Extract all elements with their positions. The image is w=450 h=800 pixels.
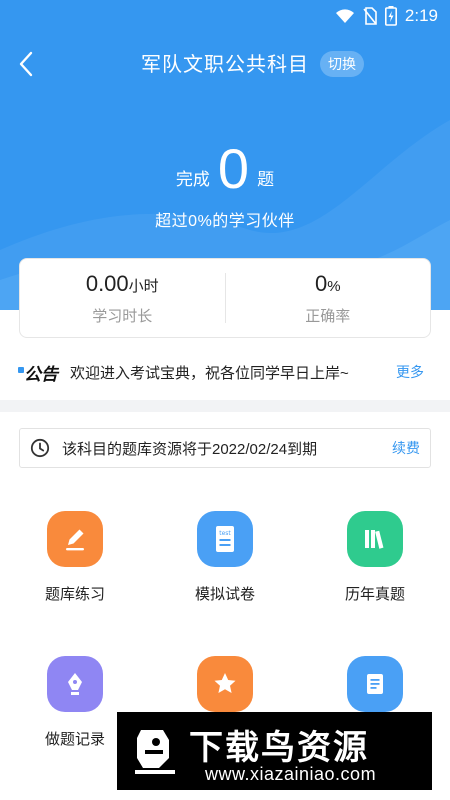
accuracy-stat: 0% 正确率 bbox=[226, 271, 431, 326]
completed-prefix: 完成 bbox=[175, 170, 210, 189]
completed-count-row: 完成 0 题 bbox=[0, 138, 450, 198]
no-sim-icon bbox=[363, 7, 377, 25]
status-bar: 2:19 bbox=[0, 0, 450, 32]
watermark-overlay: 下载鸟资源 www.xiazainiao.com bbox=[117, 712, 432, 790]
notice-tag-accent bbox=[18, 366, 24, 373]
completed-count: 0 bbox=[217, 137, 250, 200]
clock-icon bbox=[30, 438, 50, 458]
svg-text:test: test bbox=[219, 530, 231, 537]
star-icon bbox=[197, 656, 253, 712]
menu-mock-exam[interactable]: test 模拟试卷 bbox=[150, 511, 300, 604]
watermark-title: 下载鸟资源 bbox=[189, 729, 369, 767]
section-divider bbox=[0, 400, 450, 412]
accuracy-label: 正确率 bbox=[305, 307, 351, 325]
wifi-icon bbox=[335, 9, 354, 23]
study-time-stat: 0.00小时 学习时长 bbox=[20, 271, 225, 326]
renew-link[interactable]: 续费 bbox=[392, 438, 420, 458]
bird-logo-icon bbox=[135, 730, 175, 774]
battery-charging-icon bbox=[384, 6, 397, 26]
notice-tag: 公告 bbox=[18, 360, 58, 385]
menu-question-practice[interactable]: 题库练习 bbox=[0, 511, 150, 604]
study-time-label: 学习时长 bbox=[92, 307, 153, 325]
watermark-url: www.xiazainiao.com bbox=[205, 764, 377, 784]
menu-label: 模拟试卷 bbox=[194, 586, 255, 603]
test-paper-icon: test bbox=[197, 511, 253, 567]
notice-bar[interactable]: 公告 欢迎进入考试宝典，祝各位同学早日上岸~ 更多 bbox=[0, 350, 450, 394]
notice-text: 欢迎进入考试宝典，祝各位同学早日上岸~ bbox=[70, 364, 349, 382]
menu-past-exams[interactable]: 历年真题 bbox=[300, 511, 450, 604]
books-icon bbox=[347, 511, 403, 567]
page-title: 军队文职公共科目 bbox=[141, 54, 309, 76]
document-icon bbox=[347, 656, 403, 712]
switch-subject-button[interactable]: 切换 bbox=[320, 51, 364, 77]
notice-more-link[interactable]: 更多 bbox=[396, 362, 424, 382]
pen-nib-icon bbox=[47, 656, 103, 712]
notice-tag-label: 公告 bbox=[24, 364, 58, 384]
beat-percentage-text: 超过0%的学习伙伴 bbox=[155, 213, 295, 230]
accuracy-value: 0 bbox=[314, 270, 328, 296]
expiry-text: 该科目的题库资源将于2022/02/24到期 bbox=[62, 440, 318, 458]
study-time-value: 0.00 bbox=[85, 270, 129, 296]
study-time-unit: 小时 bbox=[128, 277, 159, 295]
completed-suffix: 题 bbox=[257, 170, 275, 189]
stats-card: 0.00小时 学习时长 0% 正确率 bbox=[19, 258, 431, 338]
pencil-icon bbox=[47, 511, 103, 567]
status-time: 2:19 bbox=[404, 6, 438, 25]
accuracy-unit: % bbox=[327, 277, 341, 295]
expiry-banner: 该科目的题库资源将于2022/02/24到期 续费 bbox=[19, 428, 431, 468]
menu-label: 题库练习 bbox=[44, 586, 105, 603]
menu-label: 历年真题 bbox=[344, 586, 405, 603]
